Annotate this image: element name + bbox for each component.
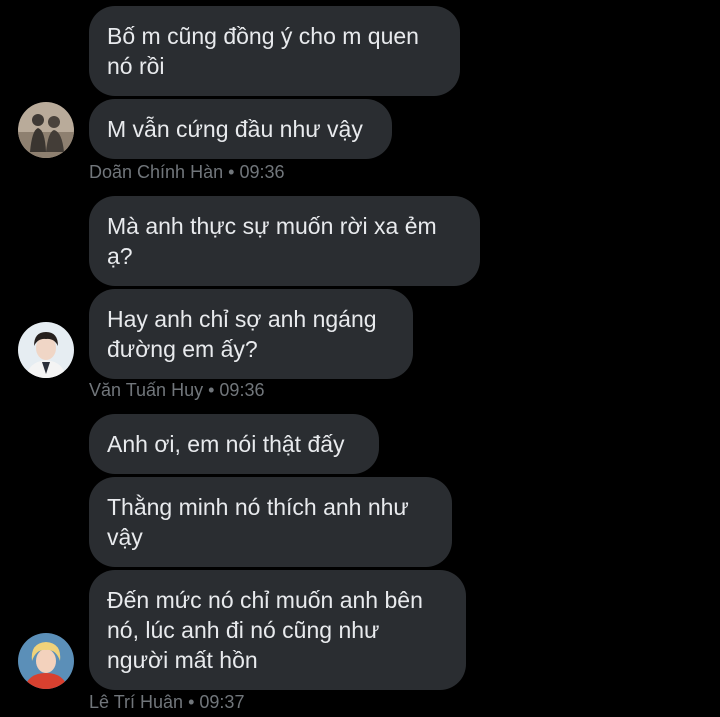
meta-separator: • <box>208 380 215 400</box>
avatar[interactable] <box>18 633 74 689</box>
profile-photo-blond-icon <box>18 633 74 689</box>
message-bubble[interactable]: Đến mức nó chỉ muốn anh bên nó, lúc anh … <box>89 570 466 690</box>
message-bubble[interactable]: Bố m cũng đồng ý cho m quen nó rồi <box>89 6 460 96</box>
sender-name[interactable]: Lê Trí Huân <box>89 692 183 712</box>
message-bubble[interactable]: Anh ơi, em nói thật đấy <box>89 414 379 474</box>
message-bubble[interactable]: Thằng minh nó thích anh như vậy <box>89 477 452 567</box>
timestamp: 09:37 <box>199 692 245 712</box>
meta-separator: • <box>188 692 195 712</box>
profile-photo-figures-icon <box>18 102 74 158</box>
timestamp: 09:36 <box>239 162 285 182</box>
timestamp: 09:36 <box>219 380 265 400</box>
avatar[interactable] <box>18 322 74 378</box>
message-meta: Văn Tuấn Huy • 09:36 <box>89 379 264 401</box>
message-bubble[interactable]: Mà anh thực sự muốn rời xa ẻm ạ? <box>89 196 480 286</box>
profile-photo-person-icon <box>18 322 74 378</box>
message-bubble[interactable]: M vẫn cứng đầu như vậy <box>89 99 392 159</box>
avatar[interactable] <box>18 102 74 158</box>
sender-name[interactable]: Doãn Chính Hàn <box>89 162 223 182</box>
message-bubble[interactable]: Hay anh chỉ sợ anh ngáng đường em ấy? <box>89 289 413 379</box>
message-meta: Lê Trí Huân • 09:37 <box>89 691 244 713</box>
meta-separator: • <box>228 162 235 182</box>
message-meta: Doãn Chính Hàn • 09:36 <box>89 161 284 183</box>
sender-name[interactable]: Văn Tuấn Huy <box>89 380 203 400</box>
